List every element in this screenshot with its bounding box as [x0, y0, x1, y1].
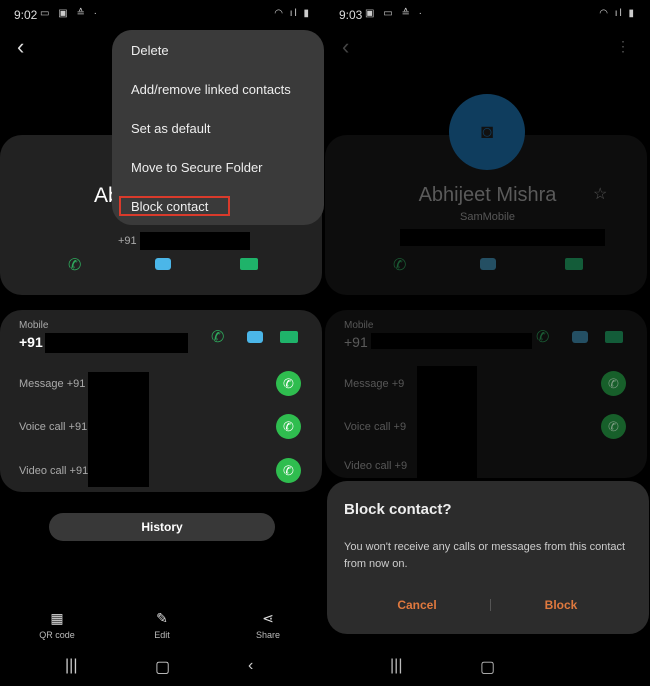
mobile-label: Mobile	[344, 320, 374, 331]
call-icon[interactable]: ✆	[536, 327, 549, 347]
video-call-icon[interactable]	[565, 258, 583, 270]
notification-icons: ▭ ▣ ≙ ·	[40, 8, 100, 19]
qr-code-icon: ▦	[50, 610, 64, 626]
message-icon[interactable]	[247, 331, 263, 343]
phone-prefix: +91	[118, 235, 137, 247]
status-time: 9:02	[14, 8, 38, 22]
block-button[interactable]: Block	[521, 598, 601, 612]
mobile-number: +91	[19, 334, 43, 350]
whatsapp-icon[interactable]: ✆	[601, 371, 626, 396]
more-options-icon[interactable]: ⋮	[616, 38, 630, 55]
overflow-menu: Delete Add/remove linked contacts Set as…	[112, 30, 324, 225]
whatsapp-video-call[interactable]: Video call +9	[344, 460, 407, 472]
whatsapp-video-call[interactable]: Video call +91	[19, 465, 88, 477]
whatsapp-message[interactable]: Message +91	[19, 378, 85, 390]
avatar[interactable]: ◙	[449, 94, 525, 170]
block-confirmation-screen: 9:03 ▣ ▭ ≙ · ◠ ıl ▮ ‹ ⋮ ◙ Abhijeet Mishr…	[325, 0, 650, 686]
call-icon[interactable]: ✆	[393, 255, 406, 275]
whatsapp-voice-call[interactable]: Voice call +9	[344, 421, 406, 433]
star-icon[interactable]: ☆	[593, 184, 607, 204]
whatsapp-icon[interactable]: ✆	[276, 414, 301, 439]
back-arrow-icon[interactable]: ‹	[342, 34, 349, 60]
pencil-icon: ✎	[156, 610, 168, 626]
recent-apps-icon[interactable]: |||	[390, 657, 402, 675]
back-nav-icon[interactable]: ‹	[248, 657, 253, 675]
menu-item-secure-folder[interactable]: Move to Secure Folder	[131, 160, 263, 175]
whatsapp-icon[interactable]: ✆	[601, 414, 626, 439]
whatsapp-message[interactable]: Message +9	[344, 378, 404, 390]
menu-item-linked-contacts[interactable]: Add/remove linked contacts	[131, 82, 291, 97]
redacted-number	[140, 232, 250, 250]
redacted-number	[400, 229, 605, 246]
menu-item-delete[interactable]: Delete	[131, 43, 169, 58]
block-contact-dialog: Block contact? You won't receive any cal…	[327, 481, 649, 634]
camera-icon: ◙	[480, 120, 494, 143]
share-icon: ⋖	[262, 610, 274, 626]
status-time: 9:03	[339, 8, 363, 22]
mobile-label: Mobile	[19, 320, 49, 331]
dialog-title: Block contact?	[344, 501, 452, 518]
wifi-signal-battery-icons: ◠ ıl ▮	[274, 8, 311, 19]
edit-button[interactable]: ✎ Edit	[132, 610, 192, 640]
message-icon[interactable]	[155, 258, 171, 270]
contact-details-screen: 9:02 ▭ ▣ ≙ · ◠ ıl ▮ ‹ Ab +91 ✆ Delete Ad…	[0, 0, 325, 686]
whatsapp-icon[interactable]: ✆	[276, 371, 301, 396]
menu-item-set-default[interactable]: Set as default	[131, 121, 211, 136]
cancel-button[interactable]: Cancel	[377, 598, 457, 612]
recent-apps-icon[interactable]: |||	[65, 657, 77, 675]
notification-icons: ▣ ▭ ≙ ·	[365, 8, 425, 19]
whatsapp-icon[interactable]: ✆	[276, 458, 301, 483]
company: SamMobile	[459, 211, 516, 223]
call-icon[interactable]: ✆	[68, 255, 81, 275]
history-button[interactable]: History	[49, 513, 275, 541]
wifi-signal-battery-icons: ◠ ıl ▮	[599, 8, 636, 19]
video-call-icon[interactable]	[605, 331, 623, 343]
share-button[interactable]: ⋖ Share	[238, 610, 298, 640]
home-icon[interactable]: ▢	[480, 657, 495, 677]
redacted-block	[417, 366, 477, 478]
redacted-block	[88, 372, 149, 487]
redacted-number	[371, 333, 532, 349]
highlight-box	[119, 196, 230, 216]
message-icon[interactable]	[480, 258, 496, 270]
video-call-icon[interactable]	[240, 258, 258, 270]
mobile-number: +91	[344, 334, 368, 350]
home-icon[interactable]: ▢	[155, 657, 170, 677]
qr-code-button[interactable]: ▦ QR code	[27, 610, 87, 640]
redacted-number	[45, 333, 188, 353]
button-divider	[490, 599, 491, 611]
dialog-message: You won't receive any calls or messages …	[344, 541, 626, 570]
video-call-icon[interactable]	[280, 331, 298, 343]
whatsapp-voice-call[interactable]: Voice call +91	[19, 421, 87, 433]
message-icon[interactable]	[572, 331, 588, 343]
back-arrow-icon[interactable]: ‹	[17, 34, 24, 60]
call-icon[interactable]: ✆	[211, 327, 224, 347]
